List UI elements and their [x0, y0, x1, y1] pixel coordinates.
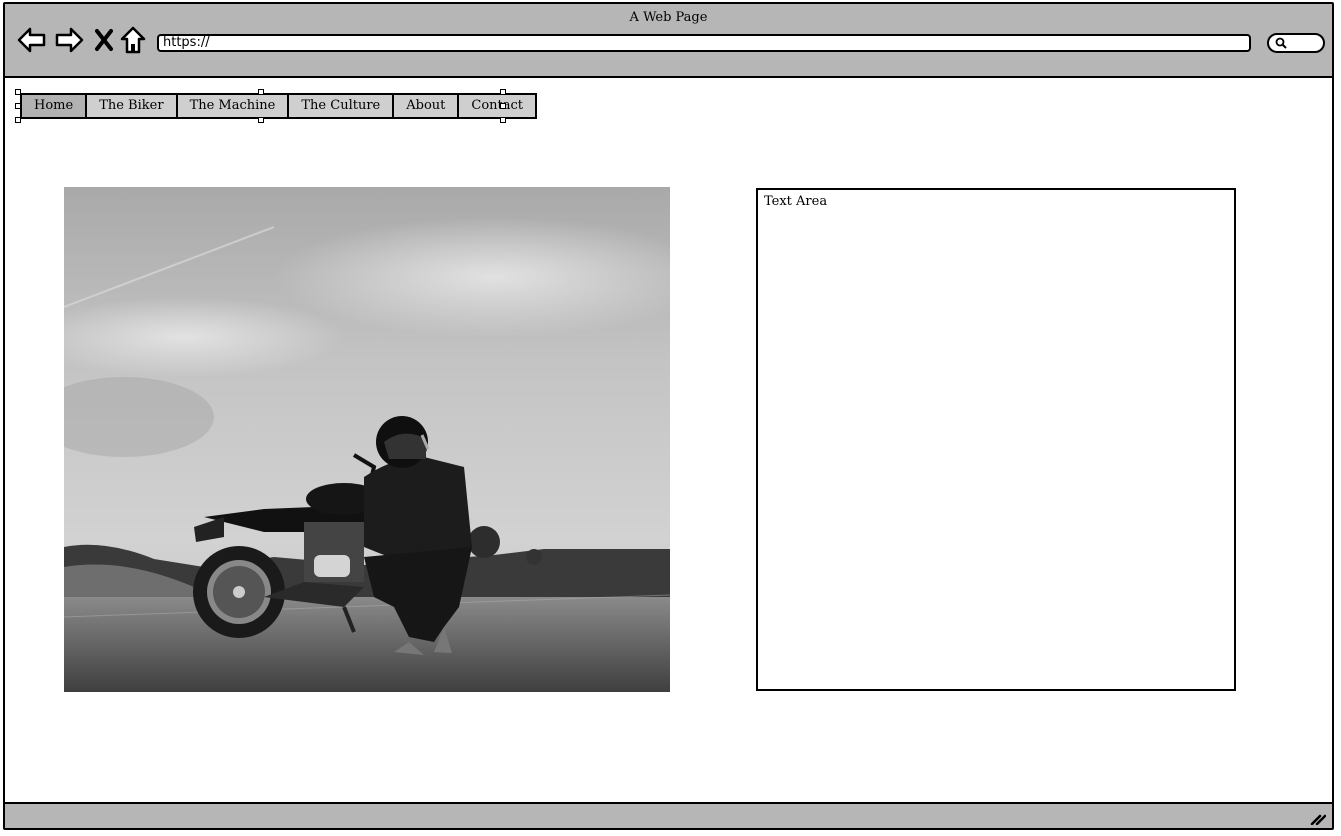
resize-grip-icon[interactable] — [1310, 813, 1326, 825]
nav-tab-bar: Home The Biker The Machine The Culture A… — [20, 93, 538, 119]
tab-the-machine[interactable]: The Machine — [178, 95, 290, 117]
selection-handle[interactable] — [15, 103, 21, 109]
close-x-icon[interactable] — [89, 25, 119, 55]
tab-home[interactable]: Home — [22, 95, 88, 117]
browser-window: A Web Page https:// Home The Biker The M… — [3, 2, 1334, 830]
text-area-label: Text Area — [764, 194, 828, 209]
tab-about[interactable]: About — [394, 95, 460, 117]
selection-handle[interactable] — [500, 117, 506, 123]
url-input[interactable]: https:// — [157, 34, 1251, 52]
status-bar — [5, 802, 1332, 828]
browser-toolbar: A Web Page https:// — [5, 4, 1332, 78]
home-icon[interactable] — [118, 25, 148, 55]
selection-handle[interactable] — [500, 89, 506, 95]
tab-the-biker[interactable]: The Biker — [87, 95, 178, 117]
tab-the-culture[interactable]: The Culture — [289, 95, 395, 117]
back-arrow-icon[interactable] — [17, 25, 47, 55]
selection-handle[interactable] — [258, 89, 264, 95]
biker-photo — [64, 187, 670, 692]
window-title: A Web Page — [629, 10, 708, 25]
tab-contact[interactable]: Contact — [459, 95, 535, 117]
search-field[interactable] — [1267, 33, 1325, 53]
selection-handle[interactable] — [15, 117, 21, 123]
forward-arrow-icon[interactable] — [54, 25, 84, 55]
selection-handle[interactable] — [15, 89, 21, 95]
text-area[interactable]: Text Area — [756, 188, 1236, 691]
selection-handle[interactable] — [500, 103, 506, 109]
search-icon — [1275, 37, 1287, 49]
selection-handle[interactable] — [258, 117, 264, 123]
